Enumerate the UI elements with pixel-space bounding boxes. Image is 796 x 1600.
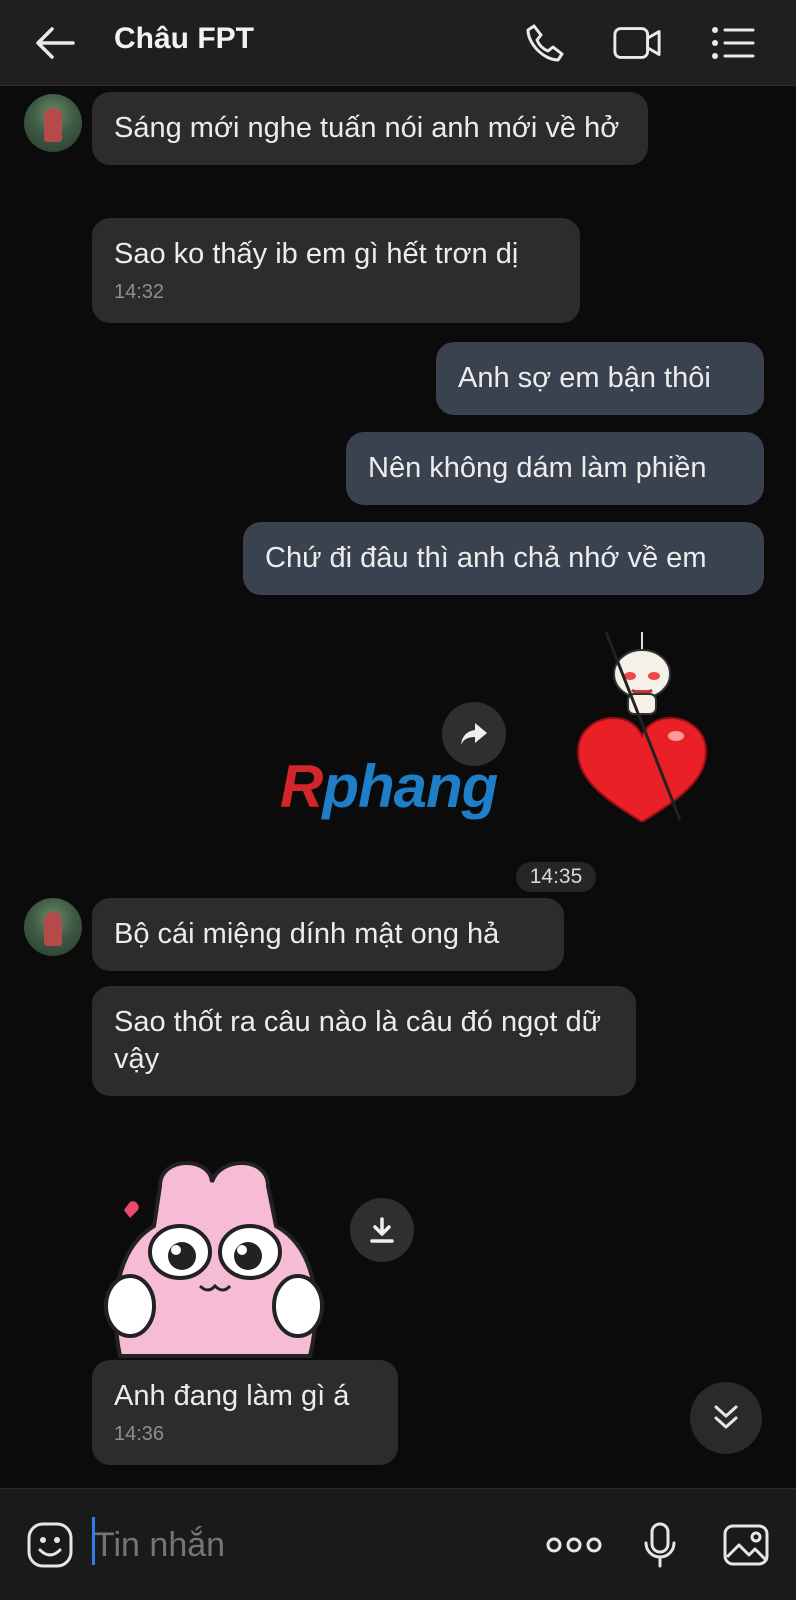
forward-arrow-icon bbox=[461, 723, 487, 745]
pink-bunny-sticker[interactable] bbox=[100, 1156, 330, 1368]
watermark-logo: Rphang bbox=[280, 752, 498, 822]
menu-list-icon[interactable] bbox=[708, 18, 758, 68]
message-time: 14:36 bbox=[114, 1423, 165, 1445]
more-options-icon[interactable] bbox=[542, 1517, 606, 1573]
message-text: Anh đang làm gì á bbox=[114, 1380, 350, 1412]
video-call-icon[interactable] bbox=[612, 18, 662, 68]
contact-name[interactable]: Châu FPT bbox=[114, 22, 254, 56]
incoming-message[interactable]: Sáng mới nghe tuấn nói anh mới về hở bbox=[92, 92, 648, 165]
emoji-icon[interactable] bbox=[22, 1517, 78, 1573]
incoming-message[interactable]: Bộ cái miệng dính mật ong hả bbox=[92, 898, 564, 971]
incoming-message[interactable]: Sao thốt ra câu nào là câu đó ngọt dữ vậ… bbox=[92, 986, 636, 1096]
download-icon bbox=[370, 1217, 394, 1243]
contact-avatar[interactable] bbox=[24, 898, 82, 956]
watermark-rest: phang bbox=[322, 753, 498, 820]
watermark-first-letter: R bbox=[280, 753, 323, 820]
heart-character-sticker[interactable] bbox=[570, 631, 720, 824]
scroll-to-bottom-button[interactable] bbox=[690, 1382, 762, 1454]
chat-header: Châu FPT bbox=[0, 0, 796, 86]
message-text: Bộ cái miệng dính mật ong hả bbox=[114, 918, 500, 950]
phone-icon[interactable] bbox=[520, 18, 570, 68]
outgoing-message[interactable]: Nên không dám làm phiền bbox=[346, 432, 764, 505]
outgoing-message[interactable]: Chứ đi đâu thì anh chả nhớ về em bbox=[243, 522, 764, 595]
image-gallery-icon[interactable] bbox=[718, 1517, 774, 1573]
double-chevron-down-icon bbox=[714, 1405, 738, 1429]
contact-avatar[interactable] bbox=[24, 94, 82, 152]
download-button[interactable] bbox=[350, 1198, 414, 1262]
message-text: Sao thốt ra câu nào là câu đó ngọt dữ vậ… bbox=[114, 1006, 601, 1075]
message-input[interactable] bbox=[94, 1515, 514, 1575]
message-text: Sáng mới nghe tuấn nói anh mới về hở bbox=[114, 112, 620, 144]
incoming-message[interactable]: Anh đang làm gì á 14:36 bbox=[92, 1360, 398, 1465]
message-time: 14:32 bbox=[114, 281, 165, 303]
incoming-message[interactable]: Sao ko thấy ib em gì hết trơn dị 14:32 bbox=[92, 218, 580, 323]
message-text: Sao ko thấy ib em gì hết trơn dị bbox=[114, 238, 519, 270]
message-list[interactable]: Sáng mới nghe tuấn nói anh mới về hở Sao… bbox=[0, 86, 796, 1488]
message-input-bar bbox=[0, 1488, 796, 1600]
microphone-icon[interactable] bbox=[632, 1517, 688, 1573]
time-divider: 14:35 bbox=[516, 862, 596, 892]
message-text: Nên không dám làm phiền bbox=[368, 452, 707, 484]
outgoing-message[interactable]: Anh sợ em bận thôi bbox=[436, 342, 764, 415]
message-text: Chứ đi đâu thì anh chả nhớ về em bbox=[265, 542, 707, 574]
back-arrow-icon[interactable] bbox=[30, 18, 80, 68]
message-text: Anh sợ em bận thôi bbox=[458, 362, 711, 394]
